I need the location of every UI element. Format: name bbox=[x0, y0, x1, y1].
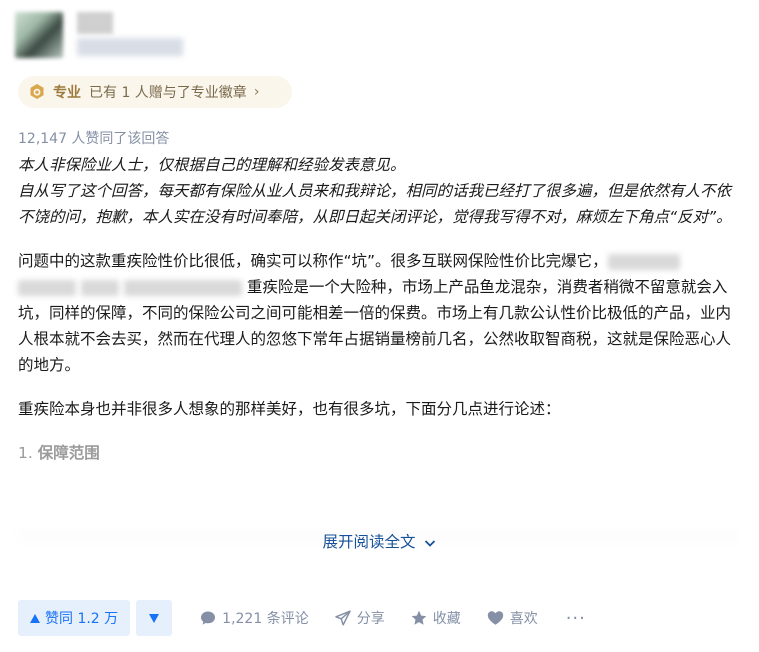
badge-title: 专业 bbox=[53, 85, 81, 101]
section-heading: 1. 保障范围 bbox=[18, 440, 738, 466]
share-icon bbox=[334, 610, 351, 626]
likes-summary: 12,147 人赞同了该回答 bbox=[18, 131, 170, 147]
professional-badge[interactable]: 专业 已有 1 人赠与了专业徽章 › bbox=[18, 76, 292, 108]
expand-row: 展开阅读全文 bbox=[0, 530, 759, 552]
triangle-up-icon bbox=[30, 613, 40, 623]
heart-icon bbox=[487, 611, 503, 625]
redacted-link[interactable] bbox=[123, 279, 242, 296]
favorite-button[interactable]: 收藏 bbox=[411, 608, 461, 628]
disclaimer-line-1: 本人非保险业人士，仅根据自己的理解和经验发表意见。 bbox=[18, 156, 406, 174]
triangle-down-icon bbox=[149, 613, 160, 623]
expand-label: 展开阅读全文 bbox=[322, 533, 416, 551]
redacted-link[interactable] bbox=[607, 253, 680, 270]
badge-text: 已有 1 人赠与了专业徽章 bbox=[89, 85, 247, 101]
paragraph-2: 重疾险本身也并非很多人想象的那样美好，也有很多坑，下面分几点进行论述： bbox=[18, 400, 561, 418]
like-label: 喜欢 bbox=[509, 611, 538, 627]
comments-button[interactable]: 1,221 条评论 bbox=[200, 608, 309, 628]
favorite-label: 收藏 bbox=[432, 611, 461, 627]
chevron-down-icon bbox=[425, 539, 436, 547]
section-title: 保障范围 bbox=[37, 444, 100, 462]
chevron-right-icon: › bbox=[253, 84, 260, 100]
author-name-blurred[interactable] bbox=[77, 12, 113, 34]
star-icon bbox=[411, 610, 427, 625]
share-button[interactable]: 分享 bbox=[334, 608, 385, 628]
downvote-button[interactable] bbox=[136, 600, 173, 636]
author-bio-blurred bbox=[77, 38, 183, 56]
redacted-link[interactable] bbox=[80, 279, 119, 296]
disclaimer-line-2: 自从写了这个回答，每天都有保险从业人员来和我辩论，相同的话我已经打了很多遍，但是… bbox=[18, 182, 732, 226]
redacted-link[interactable] bbox=[18, 279, 76, 296]
like-button[interactable]: 喜欢 bbox=[487, 608, 538, 628]
paragraph-1: 问题中的这款重疾险性价比很低，确实可以称作“坑”。很多互联网保险性价比完爆它， … bbox=[18, 248, 738, 378]
action-bar: 赞同 1.2 万 1,221 条评论 分享 收藏 喜欢 ··· bbox=[18, 600, 586, 636]
paragraph-1-text-a: 问题中的这款重疾险性价比很低，确实可以称作“坑”。很多互联网保险性价比完爆它， bbox=[18, 252, 608, 270]
avatar[interactable] bbox=[15, 12, 63, 58]
badge-medal-icon bbox=[28, 83, 46, 101]
upvote-label: 赞同 1.2 万 bbox=[45, 611, 119, 627]
section-number: 1. bbox=[18, 444, 38, 462]
comments-label: 1,221 条评论 bbox=[222, 611, 309, 627]
upvote-button[interactable]: 赞同 1.2 万 bbox=[18, 600, 131, 636]
share-label: 分享 bbox=[356, 611, 385, 627]
comment-icon bbox=[201, 611, 216, 625]
answer-content: 本人非保险业人士，仅根据自己的理解和经验发表意见。 自从写了这个回答，每天都有保… bbox=[18, 152, 738, 466]
expand-full-text-button[interactable]: 展开阅读全文 bbox=[323, 533, 437, 551]
more-options-button[interactable]: ··· bbox=[566, 608, 586, 629]
